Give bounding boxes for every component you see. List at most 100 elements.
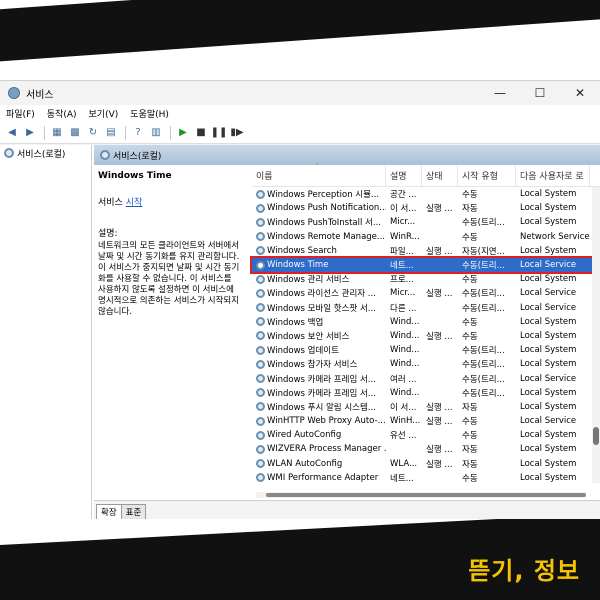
cell-startup-type: 수동(트리... <box>462 218 505 229</box>
menu-file[interactable]: 파일(F) <box>6 107 35 120</box>
cell-log-on-as: Local Service <box>520 288 577 299</box>
cell-name: Windows 카메라 프레임 서... <box>252 387 386 399</box>
table-row[interactable]: WIZVERA Process Manager ... 실행 ... 자동 Local… <box>252 442 600 456</box>
service-name: Windows 보안 서비스 <box>267 331 350 342</box>
table-row[interactable]: Windows Search 파일... 실행 ... 자동(지연... Local S… <box>252 244 600 258</box>
cell-name: Windows Search <box>252 246 386 256</box>
service-name: Windows Perception 시뮬... <box>267 190 380 201</box>
cell-status: 실행 ... <box>426 445 453 456</box>
cell-startup-type: 수동(트리... <box>462 360 505 371</box>
forward-arrow-icon[interactable]: ▶ <box>22 125 38 141</box>
gear-icon <box>256 232 265 242</box>
table-row[interactable]: Windows PushToInstall 서... Micr... 수동(트리..… <box>252 215 600 229</box>
vertical-scrollbar[interactable] <box>592 187 600 483</box>
cell-startup-type: 수동 <box>462 431 478 442</box>
close-button[interactable]: ✕ <box>560 81 600 105</box>
service-name: Windows Push Notification... <box>267 203 386 214</box>
cell-name: Windows 관리 서비스 <box>252 273 386 285</box>
toolbar-divider <box>125 125 126 140</box>
cell-log-on-as: Local System <box>520 330 577 341</box>
minimize-button[interactable]: — <box>480 81 520 105</box>
column-header-startup-type[interactable]: 시작 유형 <box>458 164 516 187</box>
cell-description: Wind... <box>390 330 420 341</box>
pause-service-icon[interactable]: ❚❚ <box>211 125 228 141</box>
start-service-link[interactable]: 시작 <box>126 198 143 208</box>
gear-icon <box>256 402 265 412</box>
table-row[interactable]: Windows 카메라 프레임 서... 여러 ... 수동(트리... Local … <box>252 371 600 385</box>
horizontal-scrollbar-thumb[interactable] <box>266 493 586 497</box>
cell-name: Windows 업데이트 <box>252 344 386 356</box>
horizontal-scrollbar[interactable] <box>256 492 586 498</box>
table-row[interactable]: WMI Performance Adapter 네트... 수동 Local Syst… <box>252 471 600 485</box>
cell-startup-type: 수동(트리... <box>462 303 505 314</box>
refresh-icon[interactable]: ↻ <box>85 125 101 141</box>
table-row[interactable]: Windows Time 네트... 수동(트리... Local Service <box>250 255 600 275</box>
table-row[interactable]: Windows 관리 서비스 프로... 수동 Local System <box>252 272 600 286</box>
column-header-status[interactable]: 상태 <box>422 164 458 187</box>
cell-name: Windows 카메라 프레임 서... <box>252 373 386 385</box>
action-pane-icon[interactable]: ▥ <box>148 125 164 141</box>
cell-log-on-as: Local System <box>520 401 577 412</box>
tab-standard[interactable]: 표준 <box>120 504 147 519</box>
stop-service-icon[interactable]: ■ <box>193 125 209 141</box>
services-app-icon <box>8 87 20 99</box>
cell-log-on-as: Local System <box>520 359 577 370</box>
table-row[interactable]: WLAN AutoConfig WLA... 실행 ... 자동 Local Syste… <box>252 457 600 471</box>
gear-icon <box>256 317 265 327</box>
cell-name: Windows 모바일 핫스팟 서... <box>252 302 386 314</box>
table-row[interactable]: Windows Remote Manage... WinR... 수동 Network… <box>252 230 600 244</box>
table-row[interactable]: WinHTTP Web Proxy Auto-... WinH... 실행 ... 수… <box>252 414 600 428</box>
gear-icon <box>256 189 265 199</box>
service-name: Windows 백업 <box>267 317 324 328</box>
table-row[interactable]: Windows 보안 서비스 Wind... 실행 ... 수동 Local Syste… <box>252 329 600 343</box>
column-header-description[interactable]: 설명 <box>386 164 422 187</box>
tab-extended[interactable]: 확장 <box>96 504 122 519</box>
column-header-log-on-as[interactable]: 다음 사용자로 로 <box>516 164 590 187</box>
cell-log-on-as: Local Service <box>520 416 577 427</box>
cell-description: Wind... <box>390 345 420 356</box>
export-list-icon[interactable]: ▤ <box>103 125 119 141</box>
cell-name: Windows Time <box>252 260 386 270</box>
console-tree-icon[interactable]: ▦ <box>49 125 65 141</box>
cell-log-on-as: Network Service <box>520 231 590 242</box>
vertical-scrollbar-thumb[interactable] <box>593 427 599 445</box>
cell-name: WinHTTP Web Proxy Auto-... <box>252 416 386 426</box>
properties-list-icon[interactable]: ▩ <box>67 125 83 141</box>
table-row[interactable]: Windows Push Notification... 이 서... 실행 ...… <box>252 201 600 215</box>
restart-service-icon[interactable]: ▮▶ <box>229 125 245 141</box>
cell-description: WinR... <box>390 231 420 242</box>
cell-status: 실행 ... <box>426 204 453 215</box>
cell-log-on-as: Local Service <box>520 302 577 313</box>
table-row[interactable]: Windows 카메라 프레임 서... Wind... 수동(트리... Local… <box>252 386 600 400</box>
tree-item-label: 서비스(로컬) <box>17 149 66 160</box>
service-name: WMI Performance Adapter <box>267 472 379 483</box>
tree-item-services-local[interactable]: 서비스(로컬) <box>0 145 91 161</box>
table-row[interactable]: Windows 푸시 알림 시스템... 이 서... 실행 ... 자동 Local … <box>252 400 600 414</box>
cell-description: 여러 ... <box>390 374 417 385</box>
cell-description: Wind... <box>390 316 420 327</box>
table-row[interactable]: Windows 라이선스 관리자 ... Micr... 실행 ... 수동(트리..… <box>252 286 600 300</box>
table-row[interactable]: Windows 백업 Wind... 수동 Local System <box>252 315 600 329</box>
table-row[interactable]: Wired AutoConfig 유선 ... 수동 Local System <box>252 428 600 442</box>
cell-log-on-as: Local System <box>520 387 577 398</box>
back-arrow-icon[interactable]: ◀ <box>4 125 20 141</box>
table-row[interactable]: Windows 참가자 서비스 Wind... 수동(트리... Local Syst… <box>252 357 600 371</box>
service-name: Windows 관리 서비스 <box>267 275 350 286</box>
cell-startup-type: 수동(트리... <box>462 374 505 385</box>
menu-action[interactable]: 동작(A) <box>47 107 77 120</box>
menu-view[interactable]: 보기(V) <box>89 107 119 120</box>
table-row[interactable]: Windows Perception 시뮬... 공간 ... 수동 Local Sy… <box>252 187 600 201</box>
service-name: Windows 라이선스 관리자 ... <box>267 289 376 300</box>
start-service-icon[interactable]: ▶ <box>175 125 191 141</box>
menu-help[interactable]: 도움말(H) <box>130 107 169 120</box>
cell-description: Micr... <box>390 217 416 228</box>
gear-icon <box>256 303 265 313</box>
cell-startup-type: 자동(지연... <box>462 246 505 257</box>
maximize-button[interactable]: ☐ <box>520 81 560 105</box>
table-row[interactable]: Windows 업데이트 Wind... 수동(트리... Local System <box>252 343 600 357</box>
help-icon[interactable]: ? <box>130 125 146 141</box>
cell-log-on-as: Local System <box>520 245 577 256</box>
gear-icon <box>256 203 265 213</box>
cell-startup-type: 자동 <box>462 445 478 456</box>
table-row[interactable]: Windows 모바일 핫스팟 서... 다른 ... 수동(트리... Local … <box>252 301 600 315</box>
